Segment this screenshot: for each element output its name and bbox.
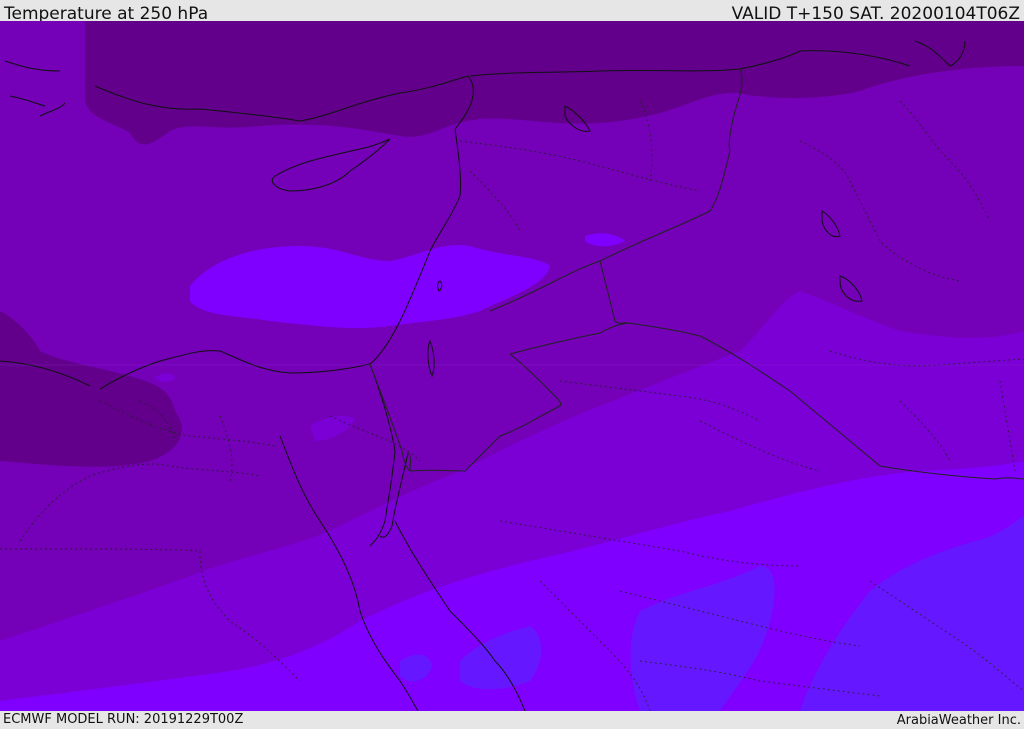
map-title: Temperature at 250 hPa [4, 4, 209, 21]
header-bar: Temperature at 250 hPa VALID T+150 SAT. … [0, 0, 1024, 21]
valid-time: VALID T+150 SAT. 20200104T06Z [731, 4, 1020, 21]
footer-bar: ECMWF MODEL RUN: 20191229T00Z ArabiaWeat… [0, 711, 1024, 729]
credit: ArabiaWeather Inc. [896, 713, 1021, 728]
temperature-map[interactable] [0, 21, 1024, 711]
model-run: ECMWF MODEL RUN: 20191229T00Z [3, 712, 244, 727]
